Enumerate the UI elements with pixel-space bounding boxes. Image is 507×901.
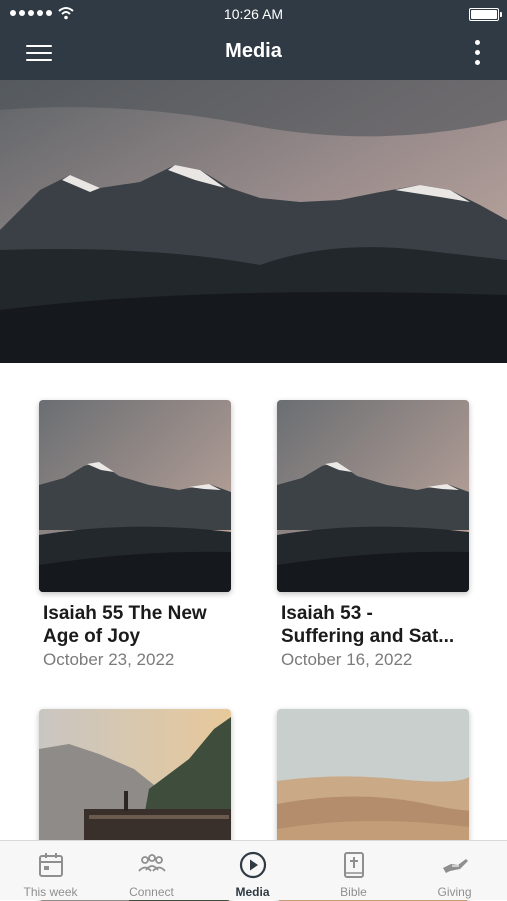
media-item[interactable]: Isaiah 53 - Suffering and Sat... October…: [277, 400, 469, 670]
battery-icon: [469, 8, 502, 21]
more-options-icon[interactable]: [469, 38, 485, 68]
giving-hand-icon: [443, 859, 468, 873]
tab-label: Giving: [437, 885, 472, 899]
tab-this-week[interactable]: This week: [0, 841, 101, 901]
tab-bar: This week Connect Media Bible Giving: [0, 840, 507, 900]
tab-label: This week: [23, 885, 78, 899]
people-icon: [138, 854, 166, 872]
media-date: October 16, 2022: [281, 650, 413, 669]
status-time: 10:26 AM: [223, 6, 284, 22]
navigation-bar: Media: [0, 28, 507, 80]
tab-connect[interactable]: Connect: [101, 841, 202, 901]
tab-label: Bible: [340, 885, 367, 899]
media-title[interactable]: Isaiah 53 - Suffering and Sat...: [281, 602, 477, 648]
media-date: October 23, 2022: [43, 650, 175, 669]
hero-banner-image: [0, 80, 507, 363]
media-thumbnail[interactable]: [39, 400, 231, 592]
media-item[interactable]: Isaiah 55 The New Age of Joy October 23,…: [39, 400, 231, 670]
bible-icon: [344, 852, 364, 878]
tab-media[interactable]: Media: [202, 841, 303, 901]
media-title[interactable]: Isaiah 55 The New Age of Joy: [43, 602, 239, 648]
tab-label: Connect: [129, 885, 174, 899]
tab-giving[interactable]: Giving: [404, 841, 505, 901]
tab-label: Media: [235, 885, 270, 899]
tab-bible[interactable]: Bible: [303, 841, 404, 901]
page-title: Media: [225, 40, 282, 62]
media-thumbnail[interactable]: [277, 400, 469, 592]
play-circle-icon: [239, 851, 267, 879]
calendar-icon: [39, 853, 63, 877]
status-bar: 10:26 AM: [0, 0, 507, 28]
